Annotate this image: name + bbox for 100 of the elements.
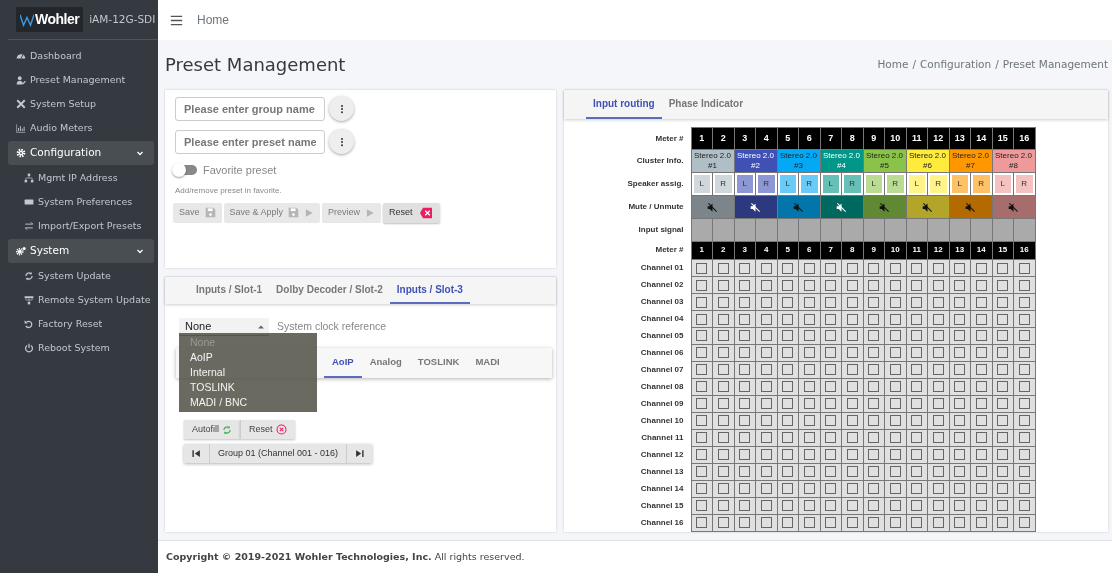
- route-checkbox[interactable]: [846, 517, 858, 529]
- speaker-assignment[interactable]: R: [757, 174, 776, 195]
- speaker-assignment[interactable]: R: [1015, 174, 1034, 195]
- route-checkbox[interactable]: [739, 449, 751, 461]
- route-checkbox[interactable]: [997, 483, 1009, 495]
- route-checkbox[interactable]: [997, 381, 1009, 393]
- route-checkbox[interactable]: [1018, 517, 1030, 529]
- route-checkbox[interactable]: [717, 279, 729, 291]
- route-checkbox[interactable]: [889, 313, 901, 325]
- route-checkbox[interactable]: [803, 364, 815, 376]
- dropdown-option[interactable]: AoIP: [179, 350, 317, 365]
- route-checkbox[interactable]: [954, 466, 966, 478]
- route-checkbox[interactable]: [739, 296, 751, 308]
- route-checkbox[interactable]: [889, 449, 901, 461]
- route-checkbox[interactable]: [911, 347, 923, 359]
- speaker-assignment[interactable]: R: [800, 174, 819, 195]
- route-checkbox[interactable]: [868, 517, 880, 529]
- route-checkbox[interactable]: [760, 313, 772, 325]
- route-checkbox[interactable]: [868, 381, 880, 393]
- route-checkbox[interactable]: [696, 313, 708, 325]
- source-tab[interactable]: MADI: [467, 348, 508, 378]
- route-checkbox[interactable]: [975, 517, 987, 529]
- route-checkbox[interactable]: [717, 415, 729, 427]
- route-checkbox[interactable]: [1018, 364, 1030, 376]
- route-checkbox[interactable]: [782, 381, 794, 393]
- route-checkbox[interactable]: [717, 432, 729, 444]
- route-checkbox[interactable]: [954, 364, 966, 376]
- route-checkbox[interactable]: [868, 432, 880, 444]
- company-link[interactable]: Wohler Technologies, Inc.: [294, 550, 432, 562]
- route-checkbox[interactable]: [1018, 347, 1030, 359]
- route-checkbox[interactable]: [954, 398, 966, 410]
- route-checkbox[interactable]: [760, 483, 772, 495]
- dropdown-option[interactable]: Internal: [179, 365, 317, 380]
- source-tab[interactable]: AoIP: [324, 348, 362, 378]
- route-checkbox[interactable]: [997, 262, 1009, 274]
- routing-tab[interactable]: Phase Indicator: [661, 90, 751, 119]
- route-checkbox[interactable]: [739, 364, 751, 376]
- sidebar-link[interactable]: Remote System Update: [8, 288, 158, 312]
- route-checkbox[interactable]: [696, 381, 708, 393]
- action-button[interactable]: Reset: [240, 420, 295, 439]
- route-checkbox[interactable]: [975, 279, 987, 291]
- route-checkbox[interactable]: [782, 500, 794, 512]
- route-checkbox[interactable]: [717, 466, 729, 478]
- route-checkbox[interactable]: [911, 313, 923, 325]
- route-checkbox[interactable]: [739, 398, 751, 410]
- route-checkbox[interactable]: [975, 500, 987, 512]
- route-checkbox[interactable]: [803, 483, 815, 495]
- route-checkbox[interactable]: [889, 483, 901, 495]
- route-checkbox[interactable]: [1018, 279, 1030, 291]
- route-checkbox[interactable]: [760, 347, 772, 359]
- route-checkbox[interactable]: [889, 466, 901, 478]
- route-checkbox[interactable]: [846, 415, 858, 427]
- route-checkbox[interactable]: [803, 296, 815, 308]
- route-checkbox[interactable]: [954, 330, 966, 342]
- route-checkbox[interactable]: [997, 313, 1009, 325]
- route-checkbox[interactable]: [975, 262, 987, 274]
- route-checkbox[interactable]: [696, 330, 708, 342]
- route-checkbox[interactable]: [868, 347, 880, 359]
- route-checkbox[interactable]: [696, 500, 708, 512]
- speaker-assignment[interactable]: R: [972, 174, 991, 195]
- route-checkbox[interactable]: [1018, 449, 1030, 461]
- route-checkbox[interactable]: [975, 381, 987, 393]
- route-checkbox[interactable]: [803, 330, 815, 342]
- route-checkbox[interactable]: [889, 296, 901, 308]
- route-checkbox[interactable]: [868, 415, 880, 427]
- route-checkbox[interactable]: [889, 517, 901, 529]
- route-checkbox[interactable]: [997, 330, 1009, 342]
- route-checkbox[interactable]: [803, 432, 815, 444]
- sidebar-link[interactable]: Audio Meters: [8, 116, 158, 140]
- route-checkbox[interactable]: [739, 517, 751, 529]
- route-checkbox[interactable]: [911, 398, 923, 410]
- route-checkbox[interactable]: [997, 364, 1009, 376]
- route-checkbox[interactable]: [997, 279, 1009, 291]
- route-checkbox[interactable]: [825, 449, 837, 461]
- route-checkbox[interactable]: [760, 330, 772, 342]
- speaker-assignment[interactable]: R: [929, 174, 948, 195]
- route-checkbox[interactable]: [954, 517, 966, 529]
- route-checkbox[interactable]: [760, 466, 772, 478]
- slot-tab[interactable]: Dolby Decoder / Slot-2: [269, 277, 390, 304]
- route-checkbox[interactable]: [932, 313, 944, 325]
- route-checkbox[interactable]: [846, 449, 858, 461]
- route-checkbox[interactable]: [825, 262, 837, 274]
- route-checkbox[interactable]: [782, 279, 794, 291]
- route-checkbox[interactable]: [1018, 500, 1030, 512]
- route-checkbox[interactable]: [717, 483, 729, 495]
- route-checkbox[interactable]: [825, 398, 837, 410]
- route-checkbox[interactable]: [975, 296, 987, 308]
- route-checkbox[interactable]: [760, 364, 772, 376]
- home-link[interactable]: Home: [197, 11, 229, 29]
- sidebar-link[interactable]: Dashboard: [8, 44, 158, 68]
- route-checkbox[interactable]: [739, 262, 751, 274]
- route-checkbox[interactable]: [932, 483, 944, 495]
- route-checkbox[interactable]: [803, 517, 815, 529]
- route-checkbox[interactable]: [739, 466, 751, 478]
- route-checkbox[interactable]: [846, 483, 858, 495]
- route-checkbox[interactable]: [911, 483, 923, 495]
- speaker-assignment[interactable]: L: [778, 174, 797, 195]
- route-checkbox[interactable]: [846, 398, 858, 410]
- route-checkbox[interactable]: [825, 500, 837, 512]
- route-checkbox[interactable]: [911, 449, 923, 461]
